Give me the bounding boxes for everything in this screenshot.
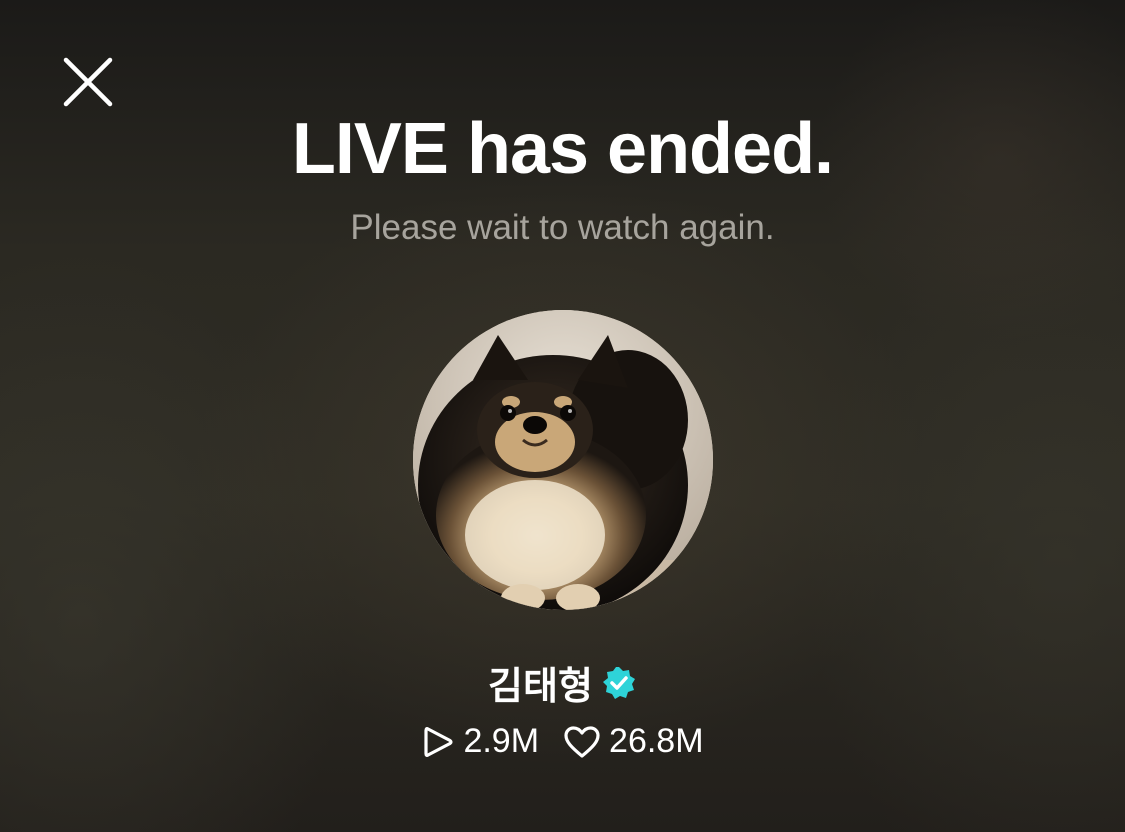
verified-badge-icon bbox=[602, 666, 635, 699]
play-icon bbox=[424, 726, 454, 757]
likes-count: 26.8M bbox=[609, 722, 704, 760]
views-count: 2.9M bbox=[463, 722, 540, 760]
heart-icon bbox=[564, 725, 600, 758]
avatar-dog-image bbox=[413, 310, 713, 610]
page-title: LIVE has ended. bbox=[291, 109, 834, 189]
close-icon bbox=[63, 57, 113, 107]
avatar[interactable] bbox=[413, 310, 713, 610]
live-ended-screen: LIVE has ended. Please wait to watch aga… bbox=[0, 0, 1125, 832]
likes-stat: 26.8M bbox=[563, 722, 704, 761]
close-button[interactable] bbox=[62, 56, 114, 108]
profile-name: 김태형 bbox=[488, 664, 593, 708]
profile-name-row[interactable]: 김태형 bbox=[0, 655, 1125, 710]
page-subtitle: Please wait to watch again. bbox=[350, 208, 775, 247]
views-stat: 2.9M bbox=[421, 722, 539, 761]
stats-row: 2.9M 26.8M bbox=[0, 722, 1125, 761]
